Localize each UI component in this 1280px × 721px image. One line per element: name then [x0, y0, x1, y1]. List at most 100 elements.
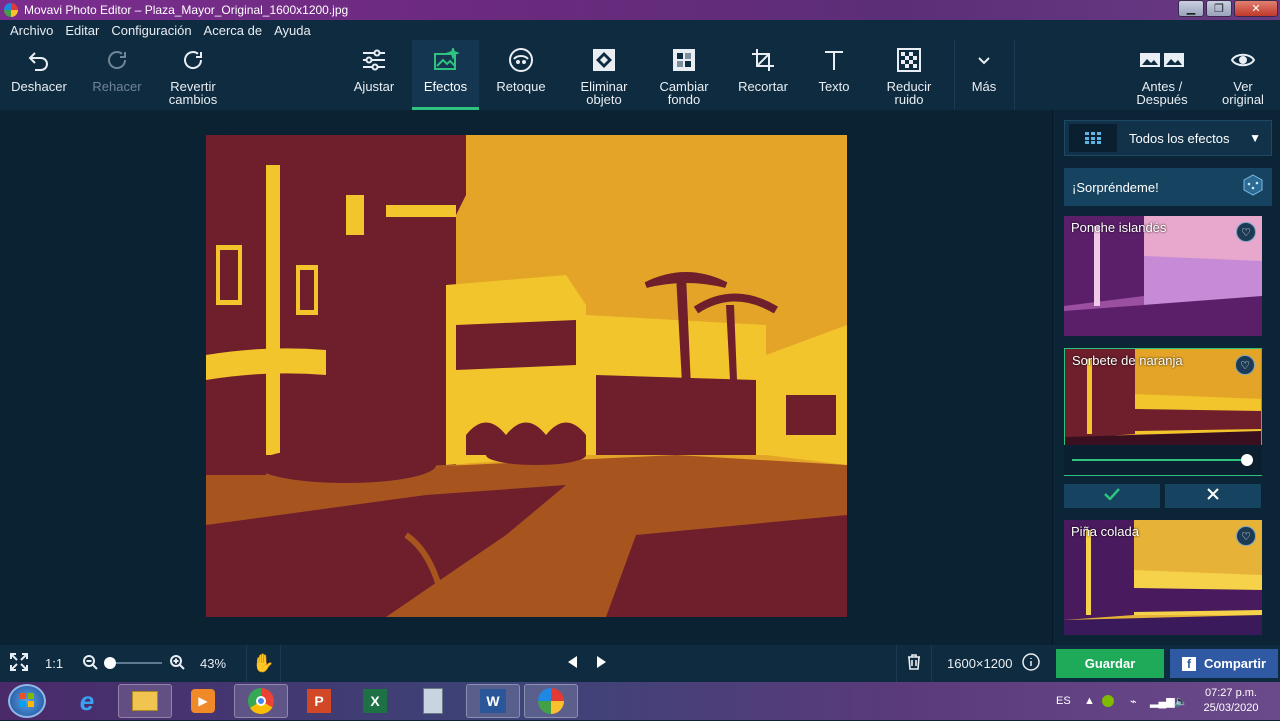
- reduce-noise-button[interactable]: Reducir ruido: [876, 40, 942, 110]
- more-label: Más: [971, 79, 997, 94]
- info-icon: [1022, 653, 1040, 674]
- tray-volume-icon[interactable]: 🔈: [1174, 682, 1188, 720]
- effect-thumbnail[interactable]: Ponche islandés ♡: [1064, 216, 1262, 336]
- os-taskbar: e ▶ P X W ES ▲ ⌁ ▂▄▆ 🔈 07:27 p.m. 25/03/…: [0, 682, 1280, 720]
- crop-button[interactable]: Recortar: [730, 40, 796, 110]
- hand-icon: ✋: [252, 653, 275, 673]
- zoom-slider[interactable]: [104, 645, 162, 682]
- bottom-bar: 1:1 43% ✋ 1600×1200 Guardar f Compartir: [0, 645, 1280, 682]
- effects-category-dropdown[interactable]: Todos los efectos ▼: [1064, 120, 1272, 156]
- fit-screen-button[interactable]: [10, 645, 28, 682]
- share-label: Compartir: [1203, 656, 1267, 671]
- redo-button[interactable]: Rehacer: [84, 40, 150, 110]
- show-hidden-icons-button[interactable]: ▲: [1084, 682, 1095, 720]
- menu-archivo[interactable]: Archivo: [10, 23, 53, 38]
- pan-tool-button[interactable]: ✋: [246, 645, 281, 682]
- keyboard-language[interactable]: ES: [1056, 682, 1071, 720]
- favorite-button[interactable]: ♡: [1236, 222, 1256, 242]
- shield-icon: [1102, 695, 1114, 707]
- movavi-icon: [538, 688, 564, 714]
- zoom-in-icon: [169, 654, 185, 673]
- image-dimensions: 1600×1200: [947, 656, 1013, 671]
- before-after-button[interactable]: Antes / Después: [1128, 40, 1196, 110]
- heart-icon: ♡: [1240, 359, 1250, 372]
- taskbar-media-player[interactable]: ▶: [176, 684, 230, 718]
- taskbar-word[interactable]: W: [466, 684, 520, 718]
- save-button[interactable]: Guardar: [1056, 649, 1164, 678]
- apply-effect-button[interactable]: [1064, 484, 1160, 508]
- favorite-button[interactable]: ♡: [1235, 355, 1255, 375]
- caret-down-icon: ▼: [1249, 131, 1261, 145]
- start-button[interactable]: [8, 684, 46, 718]
- effect-thumbnail[interactable]: Piña colada ♡: [1064, 520, 1262, 635]
- undo-label: Deshacer: [11, 79, 67, 94]
- taskbar-file-explorer[interactable]: [118, 684, 172, 718]
- zoom-slider-knob[interactable]: [104, 657, 116, 669]
- speaker-icon: 🔈: [1174, 695, 1188, 708]
- menu-acerca-de[interactable]: Acerca de: [204, 23, 263, 38]
- retouch-button[interactable]: Retoque: [488, 40, 554, 110]
- heart-icon: ♡: [1241, 530, 1251, 543]
- before-after-icon: [1139, 40, 1185, 80]
- effects-button[interactable]: Efectos: [412, 40, 479, 110]
- taskbar-movavi[interactable]: [524, 684, 578, 718]
- menu-editar[interactable]: Editar: [65, 23, 99, 38]
- zoom-out-button[interactable]: [82, 645, 98, 682]
- cancel-effect-button[interactable]: [1165, 484, 1261, 508]
- redo-icon: [105, 40, 129, 80]
- effect-name: Ponche islandés: [1071, 220, 1167, 235]
- reduce-noise-label-2: ruido: [894, 92, 924, 107]
- change-background-label-2: fondo: [667, 92, 701, 107]
- clock-time: 07:27 p.m.: [1205, 687, 1257, 699]
- crop-icon: [751, 40, 775, 80]
- actual-size-button[interactable]: 1:1: [45, 645, 63, 682]
- previous-image-button[interactable]: [566, 645, 578, 682]
- toolbar: Deshacer Rehacer Revertir cambios Ajusta…: [0, 40, 1280, 110]
- effect-intensity-slider[interactable]: [1064, 445, 1262, 475]
- undo-button[interactable]: Deshacer: [6, 40, 72, 110]
- slider-knob[interactable]: [1241, 454, 1253, 466]
- favorite-button[interactable]: ♡: [1236, 526, 1256, 546]
- change-background-button[interactable]: Cambiar fondo: [650, 40, 718, 110]
- tray-power-icon[interactable]: ⌁: [1130, 682, 1137, 720]
- chrome-icon: [248, 688, 274, 714]
- photo-preview[interactable]: [206, 135, 847, 617]
- image-info-button[interactable]: [1022, 645, 1040, 682]
- taskbar-internet-explorer[interactable]: e: [60, 684, 114, 718]
- share-button[interactable]: f Compartir: [1170, 649, 1278, 678]
- close-button[interactable]: ✕: [1234, 0, 1278, 17]
- excel-icon: X: [363, 689, 387, 713]
- zoom-in-button[interactable]: [169, 645, 185, 682]
- taskbar-powerpoint[interactable]: P: [292, 684, 346, 718]
- taskbar-clock[interactable]: 07:27 p.m. 25/03/2020: [1196, 686, 1266, 716]
- check-icon: [1104, 487, 1120, 505]
- adjust-button[interactable]: Ajustar: [340, 40, 408, 110]
- more-button[interactable]: Más: [958, 40, 1010, 110]
- minimize-button[interactable]: ▁: [1178, 0, 1204, 17]
- canvas-area[interactable]: [0, 110, 1052, 645]
- revert-button[interactable]: Revertir cambios: [160, 40, 226, 110]
- taskbar-calculator[interactable]: [406, 684, 460, 718]
- taskbar-excel[interactable]: X: [348, 684, 402, 718]
- maximize-button[interactable]: ❐: [1206, 0, 1232, 17]
- face-icon: [508, 40, 534, 80]
- menu-ayuda[interactable]: Ayuda: [274, 23, 311, 38]
- taskbar-chrome[interactable]: [234, 684, 288, 718]
- text-button[interactable]: Texto: [802, 40, 866, 110]
- tray-signal-icon[interactable]: ▂▄▆: [1150, 682, 1175, 720]
- view-original-button[interactable]: Ver original: [1210, 40, 1276, 110]
- surprise-me-button[interactable]: ¡Sorpréndeme!: [1064, 168, 1272, 206]
- delete-button[interactable]: [896, 645, 932, 682]
- expand-icon: [10, 653, 28, 674]
- effect-name: Sorbete de naranja: [1072, 353, 1183, 368]
- zoom-slider-track: [108, 662, 162, 664]
- tray-network-icon[interactable]: [1102, 682, 1114, 720]
- revert-label-2: cambios: [168, 92, 218, 107]
- menu-bar: Archivo Editar Configuración Acerca de A…: [0, 20, 1280, 40]
- folder-icon: [132, 691, 158, 711]
- next-image-button[interactable]: [596, 645, 608, 682]
- remove-object-button[interactable]: Eliminar objeto: [570, 40, 638, 110]
- view-original-label-2: original: [1222, 92, 1264, 107]
- window-controls: ▁ ❐ ✕: [1178, 0, 1278, 17]
- menu-configuracion[interactable]: Configuración: [111, 23, 191, 38]
